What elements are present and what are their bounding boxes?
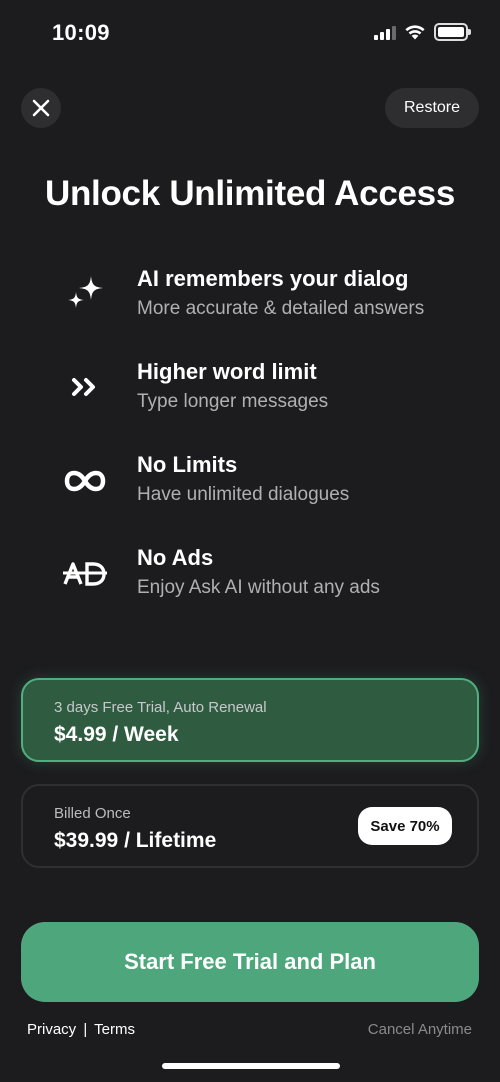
feature-title: No Limits: [137, 452, 238, 477]
privacy-link[interactable]: Privacy: [27, 1021, 76, 1038]
feature-subtitle: Type longer messages: [137, 391, 329, 412]
infinity-icon: [60, 456, 110, 506]
feature-item-no-limits: No Limits Have unlimited dialogues: [0, 452, 500, 522]
plan-lifetime-option[interactable]: Billed Once $39.99 / Lifetime Save 70%: [21, 784, 479, 868]
battery-icon: [434, 23, 471, 41]
plan-price: $4.99 / Week: [54, 723, 179, 746]
status-bar: 10:09: [0, 0, 500, 64]
footer-links: Privacy | Terms: [27, 1021, 135, 1038]
feature-item-memory: AI remembers your dialog More accurate &…: [0, 266, 500, 336]
plan-subtitle: Billed Once: [54, 805, 131, 822]
status-icons: [374, 23, 471, 41]
plan-subtitle: 3 days Free Trial, Auto Renewal: [54, 699, 267, 716]
feature-subtitle: More accurate & detailed answers: [137, 298, 425, 319]
feature-title: No Ads: [137, 545, 214, 570]
status-time: 10:09: [52, 20, 110, 45]
cancel-anytime-text: Cancel Anytime: [367, 1021, 472, 1038]
close-icon: [32, 99, 50, 117]
terms-link[interactable]: Terms: [94, 1021, 135, 1038]
home-indicator: [162, 1063, 340, 1069]
feature-title: AI remembers your dialog: [137, 266, 409, 291]
save-badge: Save 70%: [358, 807, 452, 845]
plan-weekly-option[interactable]: 3 days Free Trial, Auto Renewal $4.99 / …: [21, 678, 479, 762]
no-ads-icon: [60, 549, 110, 599]
restore-button[interactable]: Restore: [385, 88, 479, 128]
cellular-signal-icon: [374, 24, 396, 40]
double-chevron-right-icon: [60, 362, 110, 412]
feature-item-word-limit: Higher word limit Type longer messages: [0, 359, 500, 429]
footer-separator: |: [83, 1021, 88, 1038]
feature-subtitle: Enjoy Ask AI without any ads: [137, 577, 380, 598]
close-button[interactable]: [21, 88, 61, 128]
start-free-trial-button[interactable]: Start Free Trial and Plan: [21, 922, 479, 1002]
page-title: Unlock Unlimited Access: [45, 174, 455, 213]
wifi-icon: [405, 25, 425, 40]
feature-item-no-ads: No Ads Enjoy Ask AI without any ads: [0, 545, 500, 615]
plan-price: $39.99 / Lifetime: [54, 829, 217, 852]
sparkles-icon: [60, 269, 110, 319]
feature-subtitle: Have unlimited dialogues: [137, 484, 350, 505]
feature-title: Higher word limit: [137, 359, 317, 384]
